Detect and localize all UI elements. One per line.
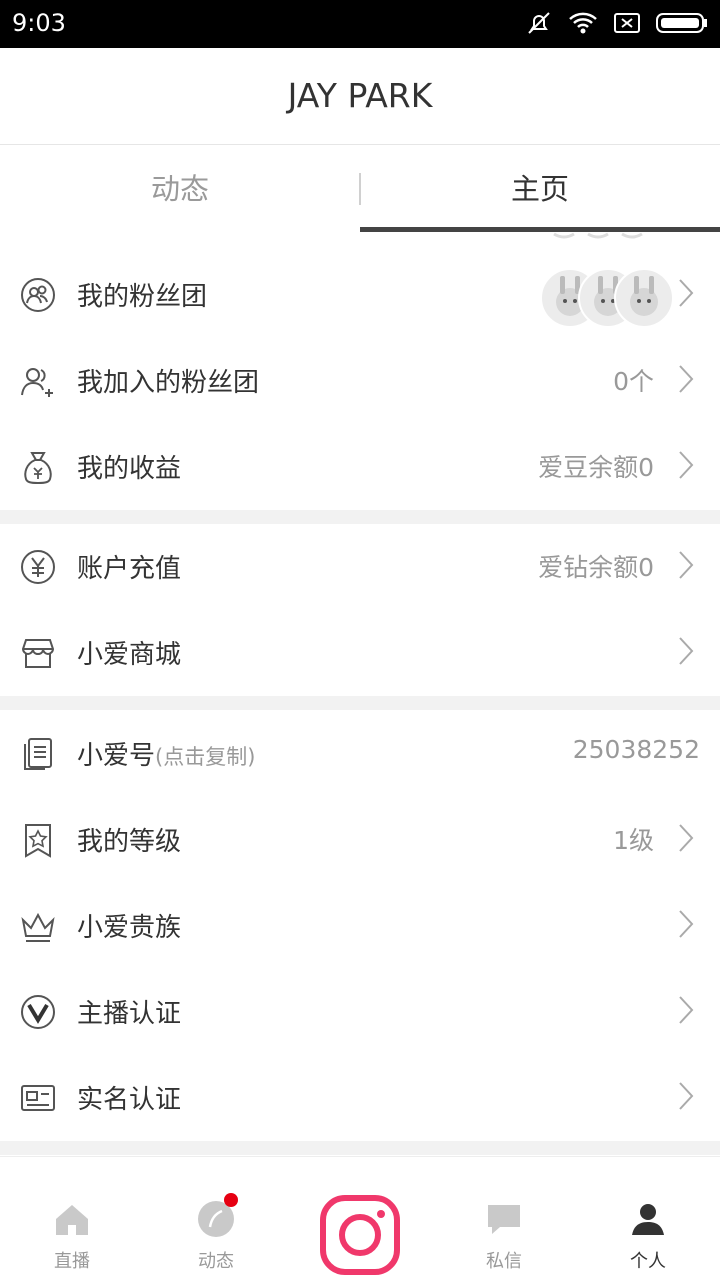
mute-bell-icon xyxy=(528,12,550,34)
menu-item-mall[interactable]: 小爱商城 xyxy=(0,610,720,696)
yuan-icon xyxy=(21,550,55,584)
chevron-right-icon xyxy=(679,910,694,938)
home-icon xyxy=(56,1205,88,1235)
menu-value: 爱钻余额0 xyxy=(538,553,654,582)
store-icon xyxy=(21,639,55,668)
crown-icon xyxy=(21,912,55,942)
section-separator xyxy=(0,510,720,524)
menu-value: 爱豆余额0 xyxy=(538,453,654,482)
tab-activity[interactable]: 动态 xyxy=(0,145,360,233)
menu-label-text: 小爱号 xyxy=(77,741,156,771)
page-header: JAY PARK xyxy=(0,48,720,145)
chevron-right-icon xyxy=(679,996,694,1024)
nav-messages[interactable]: 私信 xyxy=(432,1157,576,1281)
menu-label: 实名认证 xyxy=(77,1085,182,1115)
section-separator xyxy=(0,696,720,710)
chevron-right-icon xyxy=(679,451,694,479)
chevron-right-icon xyxy=(679,1082,694,1110)
menu-label: 我的粉丝团 xyxy=(77,282,208,312)
status-time: 9:03 xyxy=(12,9,66,37)
menu-item-realname[interactable]: 实名认证 xyxy=(0,1055,720,1141)
avatar xyxy=(614,268,674,328)
nav-label: 动态 xyxy=(198,1251,234,1272)
menu-item-recharge[interactable]: 账户充值 爱钻余额0 xyxy=(0,524,720,610)
chevron-right-icon xyxy=(679,551,694,579)
tab-bar: 动态 主页 xyxy=(0,145,720,233)
section-separator xyxy=(0,1141,720,1155)
menu-label: 小爱贵族 xyxy=(77,913,182,943)
copy-hint: (点击复制) xyxy=(155,745,256,769)
chevron-right-icon xyxy=(679,279,694,307)
menu-label: 我的等级 xyxy=(77,827,182,857)
menu-item-joined-fan-club[interactable]: 我加入的粉丝团 0个 xyxy=(0,338,720,424)
menu-value: 1级 xyxy=(613,826,654,855)
menu-value: 0个 xyxy=(613,367,654,396)
menu-item-fan-club[interactable]: 我的粉丝团 xyxy=(0,252,720,338)
menu-item-earnings[interactable]: 我的收益 爱豆余额0 xyxy=(0,424,720,510)
fan-avatars xyxy=(540,268,674,328)
nav-label: 个人 xyxy=(630,1251,666,1272)
account-id-value: 25038252 xyxy=(572,735,700,764)
add-group-icon xyxy=(21,368,53,397)
document-icon xyxy=(24,738,52,770)
no-sim-icon xyxy=(614,13,640,33)
message-icon xyxy=(488,1205,520,1234)
menu-item-host-verify[interactable]: 主播认证 xyxy=(0,969,720,1055)
wifi-icon xyxy=(569,12,597,34)
bottom-navigation: 直播 动态 私信 个人 xyxy=(0,1156,720,1281)
nav-live[interactable]: 直播 xyxy=(0,1157,144,1281)
scroll-peek-decoration xyxy=(553,232,643,239)
nav-label: 私信 xyxy=(486,1251,522,1272)
tab-homepage[interactable]: 主页 xyxy=(360,145,720,233)
star-bookmark-icon xyxy=(25,824,51,858)
menu-label: 主播认证 xyxy=(77,999,182,1029)
battery-icon xyxy=(656,13,707,33)
menu-label: 小爱号(点击复制) xyxy=(77,735,255,772)
menu-item-level[interactable]: 我的等级 1级 xyxy=(0,797,720,883)
status-bar: 9:03 xyxy=(0,0,720,48)
menu-label: 账户充值 xyxy=(77,554,182,584)
money-bag-icon xyxy=(24,452,52,485)
nav-activity[interactable]: 动态 xyxy=(144,1157,288,1281)
menu-label: 小爱商城 xyxy=(77,640,182,670)
id-card-icon xyxy=(21,1085,55,1111)
menu-item-account-id[interactable]: 小爱号(点击复制) 25038252 xyxy=(0,711,720,797)
person-icon xyxy=(632,1204,664,1235)
menu-label: 我加入的粉丝团 xyxy=(77,368,260,398)
chevron-right-icon xyxy=(679,637,694,665)
menu-item-nobility[interactable]: 小爱贵族 xyxy=(0,883,720,969)
nav-label: 直播 xyxy=(54,1251,90,1272)
notification-badge xyxy=(224,1193,238,1207)
chevron-right-icon xyxy=(679,365,694,393)
menu-label: 我的收益 xyxy=(77,454,182,484)
page-title: JAY PARK xyxy=(287,76,433,115)
fan-club-icon xyxy=(21,278,55,312)
nav-profile[interactable]: 个人 xyxy=(576,1157,720,1281)
v-badge-icon xyxy=(21,995,55,1029)
camera-icon[interactable] xyxy=(320,1195,400,1275)
chevron-right-icon xyxy=(679,824,694,852)
